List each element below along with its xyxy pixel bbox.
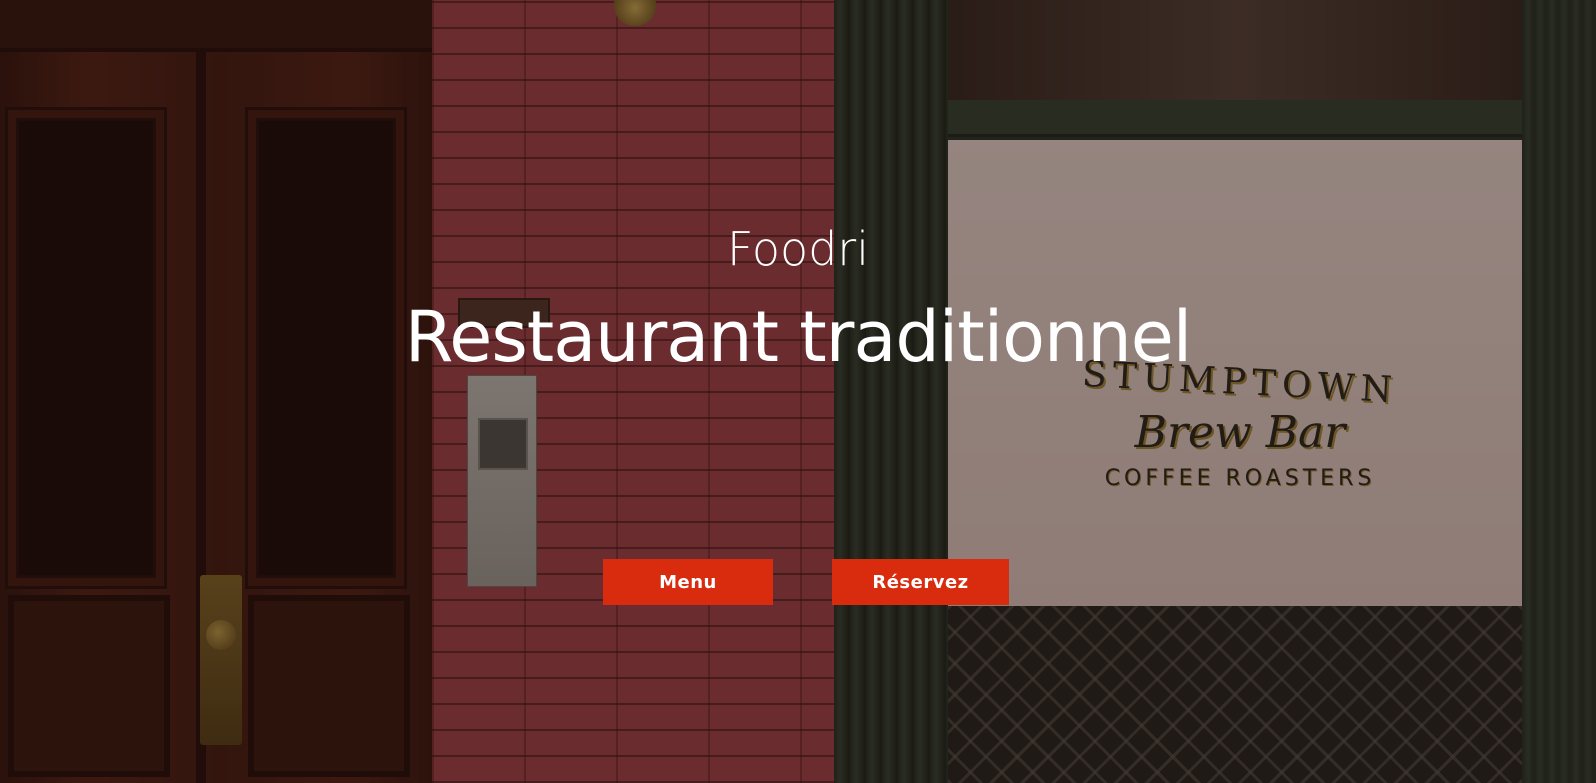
reserve-button[interactable]: Réservez xyxy=(832,559,1009,605)
hero-content: Foodri Restaurant traditionnel Menu Rése… xyxy=(0,0,1596,783)
hero-section: STUMPTOWN Brew Bar COFFEE ROASTERS Foodr… xyxy=(0,0,1596,783)
menu-button[interactable]: Menu xyxy=(603,559,773,605)
brand-name: Foodri xyxy=(727,222,869,276)
hero-headline: Restaurant traditionnel xyxy=(404,296,1192,378)
